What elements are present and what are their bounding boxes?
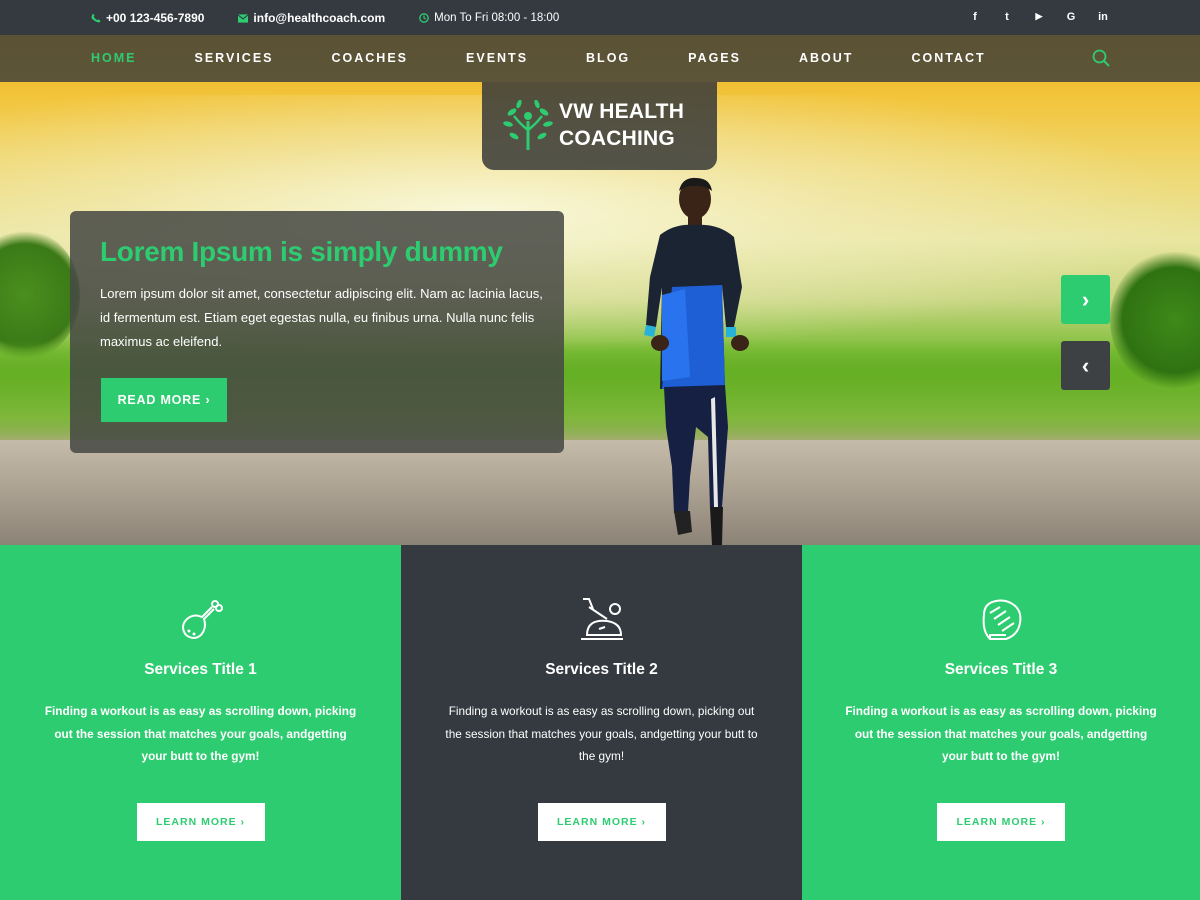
slide-text: Lorem ipsum dolor sit amet, consectetur … bbox=[100, 286, 543, 349]
learn-more-button-2[interactable]: LEARN MORE › bbox=[537, 803, 666, 841]
opening-hours: Mon To Fri 08:00 - 18:00 bbox=[434, 12, 560, 24]
google-icon[interactable]: G bbox=[1065, 11, 1077, 23]
email-address: info@healthcoach.com bbox=[253, 11, 386, 25]
slider-next-button[interactable]: › bbox=[1061, 275, 1110, 324]
twitter-icon[interactable]: t bbox=[1001, 11, 1013, 23]
site-name-line2: COACHING bbox=[559, 127, 675, 150]
email-info[interactable]: info@healthcoach.com bbox=[238, 11, 385, 25]
service-title-3: Services Title 3 bbox=[944, 661, 1058, 678]
nav-item-events[interactable]: EVENTS bbox=[466, 51, 528, 65]
search-icon[interactable] bbox=[1092, 49, 1110, 67]
nav-item-home[interactable]: HOME bbox=[91, 51, 137, 65]
service-text-2: Finding a workout is as easy as scrollin… bbox=[445, 704, 758, 763]
social-links: f t ▶ G in bbox=[969, 11, 1109, 23]
site-logo[interactable]: VW HEALTH COACHING bbox=[482, 82, 717, 170]
nav-item-about[interactable]: ABOUT bbox=[799, 51, 853, 65]
nav-item-pages[interactable]: PAGES bbox=[688, 51, 741, 65]
tree-person-logo-icon bbox=[503, 100, 553, 150]
site-name-line1: VW HEALTH bbox=[559, 100, 685, 123]
facebook-icon[interactable]: f bbox=[969, 11, 981, 23]
slider-prev-button[interactable]: ‹ bbox=[1061, 341, 1110, 390]
learn-more-button-3[interactable]: LEARN MORE › bbox=[937, 803, 1065, 841]
service-card-3: Services Title 3 Finding a workout is as… bbox=[802, 545, 1200, 900]
runner-image bbox=[644, 177, 749, 545]
site-name: VW HEALTH COACHING bbox=[559, 98, 709, 152]
phone-info[interactable]: +00 123-456-7890 bbox=[91, 11, 204, 25]
phone-number: +00 123-456-7890 bbox=[106, 11, 205, 25]
top-bar: +00 123-456-7890 info@healthcoach.com Mo… bbox=[0, 0, 1200, 35]
clock-icon bbox=[419, 13, 429, 23]
service-card-1: Services Title 1 Finding a workout is as… bbox=[0, 545, 401, 900]
learn-more-button-1[interactable]: LEARN MORE › bbox=[136, 803, 265, 841]
hours-info: Mon To Fri 08:00 - 18:00 bbox=[419, 11, 559, 25]
boxing-glove-icon bbox=[982, 599, 1022, 640]
contact-info: +00 123-456-7890 info@healthcoach.com Mo… bbox=[91, 11, 593, 25]
phone-icon bbox=[91, 13, 101, 23]
youtube-icon[interactable]: ▶ bbox=[1033, 11, 1045, 23]
service-title-1: Services Title 1 bbox=[144, 661, 257, 678]
nav-item-blog[interactable]: BLOG bbox=[586, 51, 630, 65]
main-nav: HOME SERVICES COACHES EVENTS BLOG PAGES … bbox=[0, 35, 1200, 82]
service-text-1: Finding a workout is as easy as scrollin… bbox=[44, 704, 357, 763]
linkedin-icon[interactable]: in bbox=[1097, 11, 1109, 23]
service-text-3: Finding a workout is as easy as scrollin… bbox=[845, 704, 1157, 763]
service-title-2: Services Title 2 bbox=[545, 661, 658, 678]
services-section: Services Title 1 Finding a workout is as… bbox=[0, 545, 1200, 900]
exercise-bike-icon bbox=[580, 598, 623, 640]
slide-title: Lorem Ipsum is simply dummy bbox=[100, 236, 503, 267]
nav-item-coaches[interactable]: COACHES bbox=[332, 51, 409, 65]
envelope-icon bbox=[238, 13, 249, 23]
read-more-button[interactable]: READ MORE › bbox=[101, 378, 227, 422]
slide-caption: Lorem Ipsum is simply dummy Lorem ipsum … bbox=[70, 211, 564, 453]
nav-item-services[interactable]: SERVICES bbox=[195, 51, 274, 65]
drumstick-icon bbox=[181, 600, 223, 639]
chevron-right-icon: › bbox=[1081, 286, 1090, 312]
service-card-2: Services Title 2 Finding a workout is as… bbox=[401, 545, 802, 900]
nav-menu: HOME SERVICES COACHES EVENTS BLOG PAGES … bbox=[91, 51, 1044, 65]
chevron-left-icon: ‹ bbox=[1081, 352, 1090, 378]
nav-item-contact[interactable]: CONTACT bbox=[911, 51, 985, 65]
